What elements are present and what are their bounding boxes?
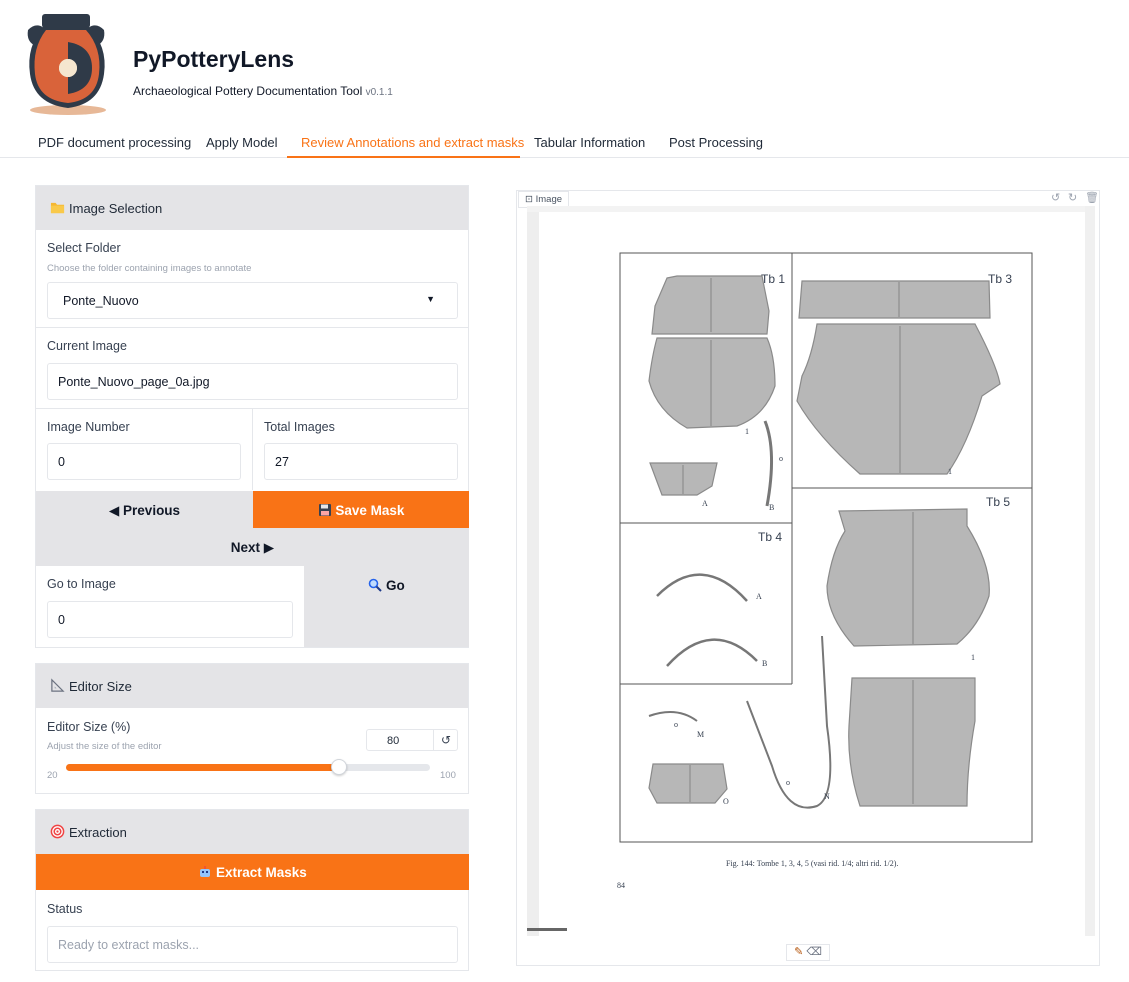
magnifier-icon [368,578,382,592]
tab-pdf-processing[interactable]: PDF document processing [38,135,191,150]
save-mask-label: Save Mask [335,503,405,518]
extraction-title: Extraction [69,825,127,840]
status-field[interactable]: Ready to extract masks... [47,926,458,963]
image-badge-icon: ⊡ [525,194,533,205]
page-label-tb4: Tb 4 [758,530,782,544]
folder-icon [50,202,65,214]
image-number-field[interactable]: 0 [47,443,241,480]
page-label-tb1: Tb 1 [761,272,785,286]
page-caption: Fig. 144: Tombe 1, 3, 4, 5 (vasi rid. 1/… [726,859,898,868]
image-selection-header: Image Selection [36,186,468,230]
trash-icon[interactable]: 🗑 [1085,191,1099,204]
tab-post-processing[interactable]: Post Processing [669,135,763,150]
page-label-b4: B [762,659,767,668]
page-label-n: N [824,792,830,801]
folder-dropdown-value: Ponte_Nuovo [63,294,139,308]
image-badge-label: Image [535,194,563,205]
editor-size-value: 80 [387,735,400,747]
scanned-page-image[interactable]: Tb 1 Tb 3 Tb 4 Tb 5 1 o A B 1 A B 1 M O … [527,206,1095,936]
next-button[interactable]: Next ▶ [36,528,469,566]
tab-apply-model[interactable]: Apply Model [206,135,278,150]
editor-size-slider[interactable] [66,759,430,775]
extraction-header: Extraction [36,810,468,854]
reset-icon[interactable]: ↺ [441,733,451,747]
active-tab-indicator [287,156,520,158]
app-title: PyPotteryLens [133,46,295,72]
eraser-icon[interactable]: ⌫ [806,946,822,958]
tab-review-annotations[interactable]: Review Annotations and extract masks [301,135,524,150]
page-label-od: o [786,778,790,787]
page-label-a1: A [702,499,708,508]
total-images-label: Total Images [264,420,335,434]
select-folder-label: Select Folder [47,241,121,255]
editor-size-title: Editor Size [69,679,132,694]
page-label-oc: o [674,720,678,729]
editor-size-header: Editor Size [36,664,468,708]
page-label-1b: 1 [948,467,952,476]
page-label-1c: 1 [971,653,975,662]
page-label-m: M [697,730,704,739]
folder-dropdown[interactable]: Ponte_Nuovo ▼ [47,282,458,319]
page-label-1a: 1 [745,427,749,436]
undo-icon[interactable]: ↺ [1051,191,1060,204]
app-subtitle: Archaeological Pottery Documentation Too… [133,84,393,98]
main-tabs: PDF document processing Apply Model Revi… [0,126,1129,158]
slider-fill [66,764,339,771]
app-subtitle-text: Archaeological Pottery Documentation Too… [133,84,363,98]
page-label-tb3: Tb 3 [988,272,1012,286]
previous-button[interactable]: ◀ Previous [36,491,253,528]
page-label-a4: A [756,592,762,601]
editor-size-number-input[interactable]: 80 ↺ [366,729,458,751]
editor-size-label: Editor Size (%) [47,720,131,734]
draw-tools[interactable]: ✎ ⌫ [786,944,830,961]
image-selection-title: Image Selection [69,201,163,216]
current-image-field[interactable]: Ponte_Nuovo_page_0a.jpg [47,363,458,400]
status-label: Status [47,902,83,916]
page-number: 84 [617,881,625,890]
divider [35,327,469,328]
target-icon [50,824,65,839]
current-image-label: Current Image [47,339,127,353]
go-to-image-label: Go to Image [47,577,116,591]
extract-masks-label: Extract Masks [215,865,307,880]
divider [433,730,434,750]
slider-max-label: 100 [440,770,456,781]
page-label-b1: B [769,503,774,512]
go-label: Go [386,578,405,593]
extract-masks-button[interactable]: Extract Masks [36,854,469,890]
floppy-disk-icon [318,504,331,516]
go-button[interactable]: Go [304,566,469,647]
editor-size-hint: Adjust the size of the editor [47,741,162,752]
triangle-ruler-icon [51,678,65,692]
page-label-tb5: Tb 5 [986,495,1010,509]
tab-tabular-information[interactable]: Tabular Information [534,135,645,150]
slider-thumb[interactable] [331,759,347,775]
redo-icon[interactable]: ↻ [1068,191,1077,204]
slider-min-label: 20 [47,770,58,781]
page-label-ob: O [723,797,729,806]
chevron-down-icon: ▼ [426,294,435,304]
app-version: v0.1.1 [365,87,393,98]
image-number-label: Image Number [47,420,130,434]
select-folder-hint: Choose the folder containing images to a… [47,263,252,274]
brush-icon[interactable]: ✎ [794,946,803,958]
divider [252,408,253,490]
page-label-oa: o [779,454,783,463]
save-mask-button[interactable]: Save Mask [253,491,469,528]
go-to-image-field[interactable]: 0 [47,601,293,638]
robot-icon [200,866,211,877]
app-logo [27,14,106,115]
total-images-field[interactable]: 27 [264,443,458,480]
